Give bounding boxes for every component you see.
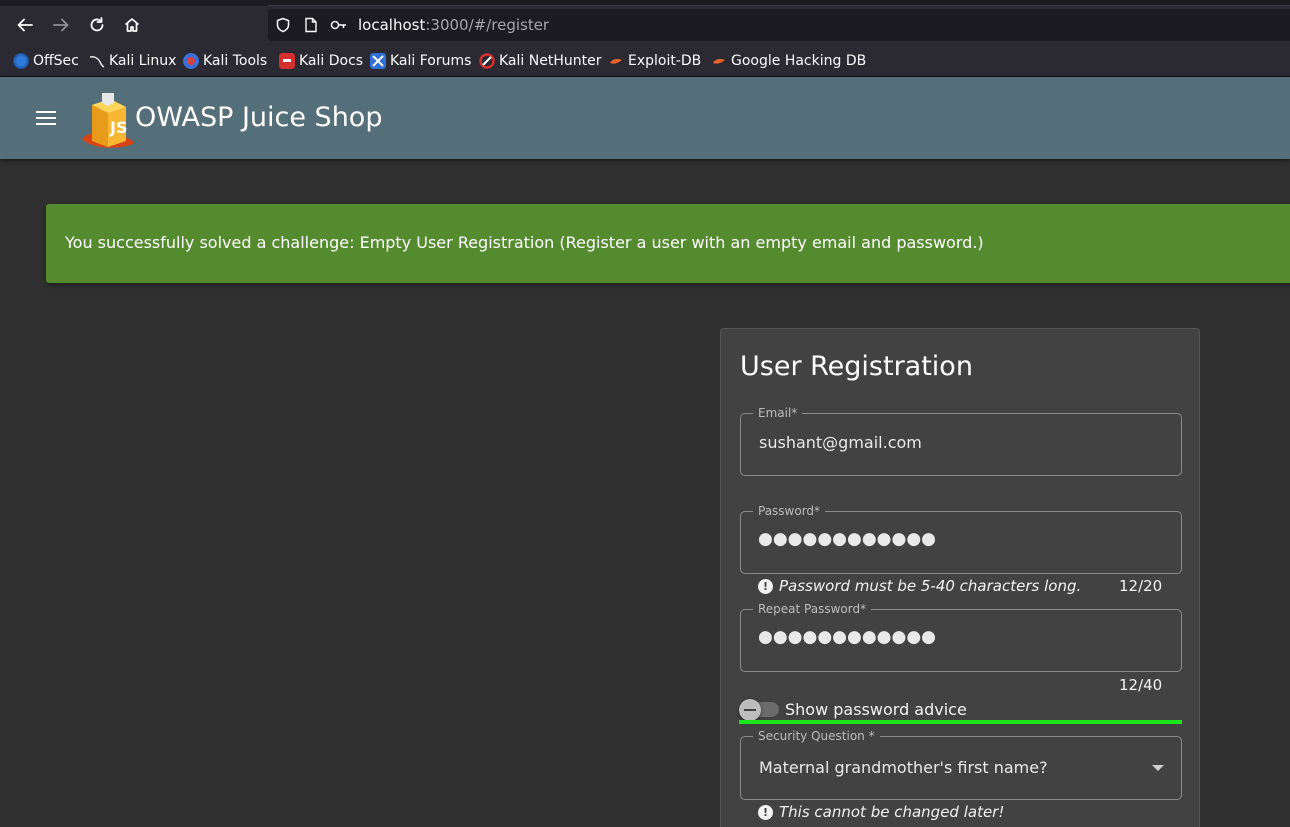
bookmark-exploit-db[interactable]: Exploit-DB [608,51,701,71]
security-question-value[interactable]: Maternal grandmother's first name? [759,758,1048,777]
repeat-password-value[interactable]: ●●●●●●●●●●●● [758,627,936,647]
toggle-label[interactable]: Show password advice [785,700,967,719]
repeat-password-field[interactable]: Repeat Password* ●●●●●●●●●●●● [740,602,1182,672]
bookmark-label: Kali NetHunter [499,53,602,69]
url-bar[interactable]: localhost:3000/#/register [268,9,1290,41]
bookmark-label: Kali Forums [390,53,472,69]
bookmark-kali-nethunter[interactable]: Kali NetHunter [479,51,601,71]
security-question-label: Security Question * [753,729,880,743]
password-label: Password* [753,504,826,518]
password-counter: 12/20 [1119,577,1163,595]
kali-icon [89,53,105,69]
bookmark-kali-docs[interactable]: Kali Docs [279,51,363,71]
error-icon: ! [758,578,773,594]
bookmark-label: Exploit-DB [628,53,702,69]
security-question-select[interactable]: Security Question * Maternal grandmother… [740,729,1182,800]
offsec-icon [13,53,29,69]
bookmark-label: Kali Docs [299,53,364,69]
svg-text:JS: JS [109,118,127,137]
email-field[interactable]: Email* sushant@gmail.com [740,406,1182,476]
email-label: Email* [753,406,803,420]
url-text[interactable]: localhost:3000/#/register [358,16,549,34]
registration-card: User Registration Email* sushant@gmail.c… [720,328,1200,827]
kali-docs-icon [279,53,295,69]
page-icon [302,16,320,34]
forward-icon[interactable] [48,12,74,38]
repeat-password-counter: 12/40 [1119,676,1163,694]
bookmark-label: Kali Linux [109,53,177,69]
reload-icon[interactable] [84,12,110,38]
bookmarks-bar: OffSec Kali Linux Kali Tools Kali Docs K… [0,44,1290,77]
bookmark-label: Google Hacking DB [731,53,867,69]
password-value[interactable]: ●●●●●●●●●●●● [758,529,936,549]
bookmark-kali-tools[interactable]: Kali Tools [183,51,267,71]
app-title[interactable]: OWASP Juice Shop [135,102,382,133]
email-value[interactable]: sushant@gmail.com [759,433,922,452]
password-field[interactable]: Password* ●●●●●●●●●●●● [740,504,1182,574]
security-question-hint: ! This cannot be changed later! [758,803,1004,821]
dropdown-arrow-icon[interactable] [1152,765,1164,771]
key-icon[interactable] [330,16,348,34]
exploitdb-icon [608,53,624,69]
juice-shop-logo[interactable]: JS [80,87,136,151]
browser-toolbar: localhost:3000/#/register [0,6,1290,44]
app-header: JS OWASP Juice Shop [0,77,1290,159]
notification-message: You successfully solved a challenge: Emp… [65,233,984,252]
bookmark-label: Kali Tools [203,53,268,69]
back-icon[interactable] [12,12,38,38]
focus-highlight-line [739,720,1182,724]
nethunter-icon [479,53,495,69]
security-question-hint-text: This cannot be changed later! [779,803,1005,821]
bookmark-offsec[interactable]: OffSec [13,51,79,71]
warning-icon: ! [758,804,773,820]
form-title: User Registration [740,351,973,382]
bookmark-kali-linux[interactable]: Kali Linux [89,51,176,71]
home-icon[interactable] [119,12,145,38]
bookmark-label: OffSec [33,53,79,69]
toggle-thumb[interactable] [739,699,761,721]
repeat-password-label: Repeat Password* [753,602,872,616]
bookmark-google-hacking-db[interactable]: Google Hacking DB [711,51,866,71]
menu-icon[interactable] [34,107,58,129]
password-error: ! Password must be 5-40 characters long. [758,577,1081,595]
shield-icon[interactable] [274,16,292,34]
bookmark-kali-forums[interactable]: Kali Forums [370,51,471,71]
password-error-text: Password must be 5-40 characters long. [779,577,1082,595]
ghdb-icon [711,53,727,69]
kali-forums-icon [370,53,386,69]
challenge-solved-notification: You successfully solved a challenge: Emp… [46,204,1290,283]
url-host: localhost [358,16,426,34]
url-path: :3000/#/register [425,16,550,34]
kali-tools-icon [183,53,199,69]
